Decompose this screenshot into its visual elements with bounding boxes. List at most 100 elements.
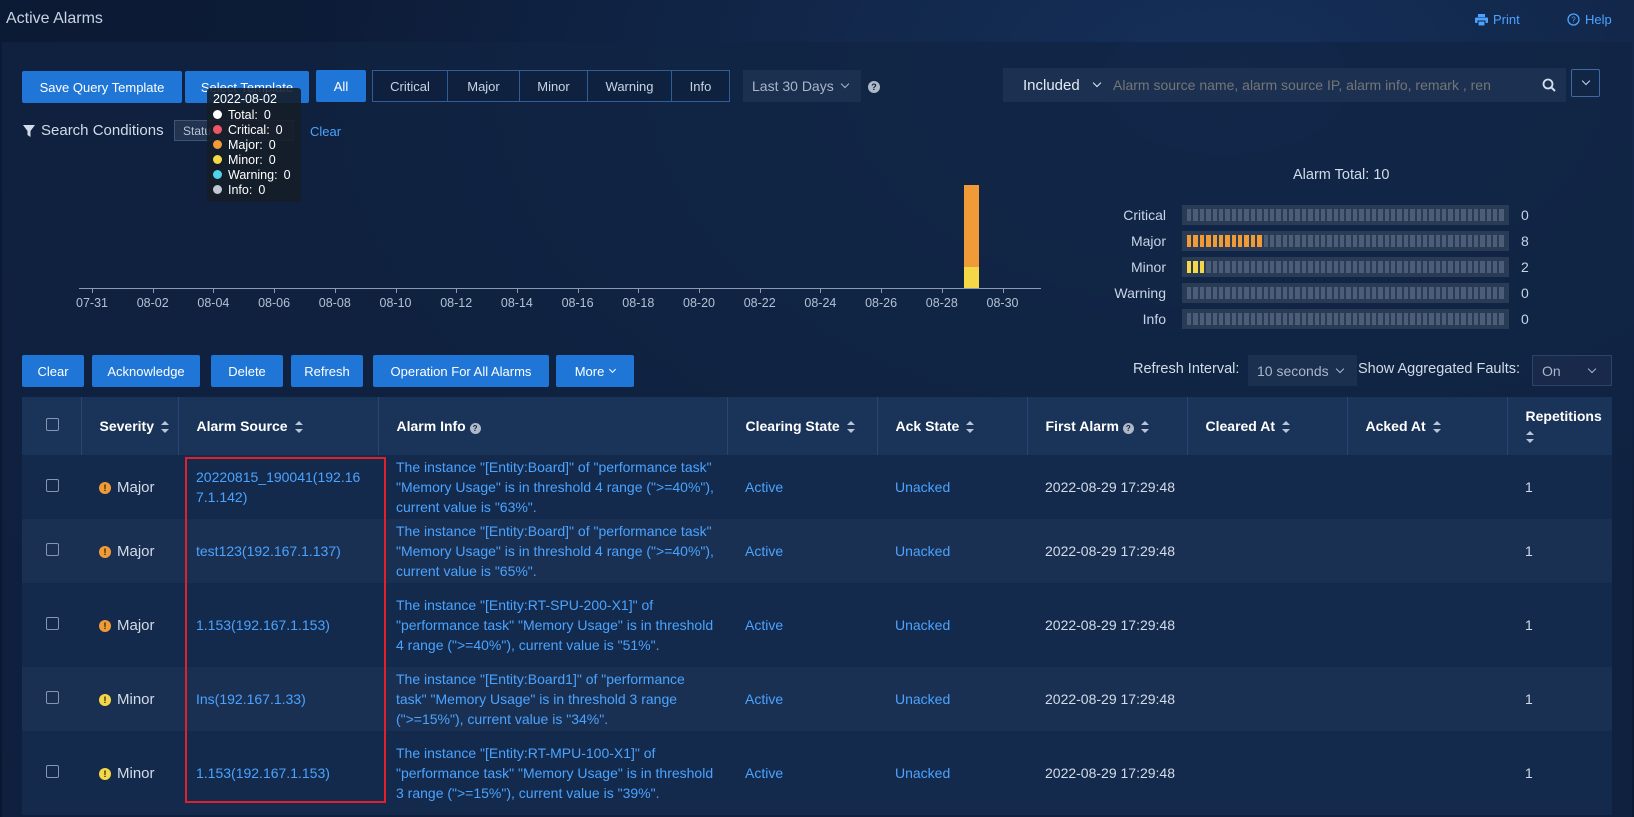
sort-icon[interactable] xyxy=(294,421,303,434)
ack-state-link[interactable]: Unacked xyxy=(877,519,1027,583)
alarm-source-link[interactable]: 1.153(192.167.1.153) xyxy=(178,731,378,815)
sort-icon[interactable] xyxy=(160,421,169,434)
sort-icon[interactable] xyxy=(966,421,975,434)
alarm-source-link[interactable]: 1.153(192.167.1.153) xyxy=(178,583,378,667)
bar-segment xyxy=(1289,313,1294,325)
bar-segment xyxy=(1301,287,1307,299)
row-select-cell[interactable] xyxy=(22,667,81,731)
bar-segment xyxy=(1403,235,1409,247)
bar-segment xyxy=(1454,313,1460,325)
bar-segment xyxy=(1365,287,1370,299)
first-alarm-cell: 2022-08-29 17:29:48 xyxy=(1045,765,1175,781)
bar-segment xyxy=(1346,261,1351,273)
search-button[interactable] xyxy=(1532,68,1566,102)
column-cleared-at[interactable]: Cleared At xyxy=(1187,397,1348,455)
bar-segment xyxy=(1269,261,1275,273)
table-row[interactable]: ! Major 20220815_190041(192.167.1.142) The … xyxy=(22,455,1612,519)
ack-state-link[interactable]: Unacked xyxy=(877,667,1027,731)
operation-all-alarms-button[interactable]: Operation For All Alarms xyxy=(373,355,549,387)
select-all-checkbox[interactable] xyxy=(46,418,59,431)
column-acked-at[interactable]: Acked At xyxy=(1347,397,1508,455)
row-select-cell[interactable] xyxy=(22,731,81,815)
question-icon[interactable]: ? xyxy=(1122,423,1134,434)
clearing-state-link[interactable]: Active xyxy=(727,455,877,519)
alarm-info-text[interactable]: The instance "[Entity:Board]" of "perfor… xyxy=(378,455,727,519)
column-ack-state[interactable]: Ack State xyxy=(877,397,1028,455)
filter-critical[interactable]: Critical xyxy=(372,70,448,102)
x-axis-tick xyxy=(516,288,518,293)
clear-conditions-link[interactable]: Clear xyxy=(310,124,341,139)
refresh-button[interactable]: Refresh xyxy=(291,355,363,387)
bar-segment xyxy=(1422,287,1428,299)
clearing-state-link[interactable]: Active xyxy=(727,667,877,731)
column-clearing-state[interactable]: Clearing State xyxy=(727,397,878,455)
alarm-source-link[interactable]: Ins(192.167.1.33) xyxy=(178,667,378,731)
table-row[interactable]: ! Minor Ins(192.167.1.33) The instance "[En… xyxy=(22,667,1612,731)
bar-minor[interactable] xyxy=(964,267,980,288)
table-row[interactable]: ! Major test123(192.167.1.137) The instance… xyxy=(22,519,1612,583)
refresh-interval-select[interactable]: 10 seconds xyxy=(1248,355,1357,386)
row-select-cell[interactable] xyxy=(22,455,81,519)
column-alarm-source[interactable]: Alarm Source xyxy=(178,397,379,455)
alarm-source-link[interactable]: 20220815_190041(192.167.1.142) xyxy=(178,455,378,519)
filter-warning[interactable]: Warning xyxy=(587,70,672,102)
expand-search-button[interactable] xyxy=(1571,69,1600,97)
clearing-state-link[interactable]: Active xyxy=(727,583,877,667)
alarm-info-text[interactable]: The instance "[Entity:Board1]" of "perfo… xyxy=(378,667,727,731)
column-first-alarm[interactable]: First Alarm ? xyxy=(1027,397,1188,455)
search-conditions[interactable]: Search Conditions xyxy=(23,122,164,139)
ack-state-link[interactable]: Unacked xyxy=(877,583,1027,667)
sort-icon[interactable] xyxy=(846,421,855,434)
tooltip-value: 0 xyxy=(268,152,276,167)
severity-summary-count: 8 xyxy=(1521,233,1529,249)
filter-minor[interactable]: Minor xyxy=(519,70,588,102)
question-icon[interactable]: ? xyxy=(868,81,880,93)
select-all-header[interactable] xyxy=(22,397,82,455)
bar-segment xyxy=(1187,209,1192,221)
clearing-state-link[interactable]: Active xyxy=(727,519,877,583)
row-checkbox[interactable] xyxy=(46,479,59,492)
aggregated-faults-select[interactable]: On xyxy=(1532,355,1612,386)
sort-icon[interactable] xyxy=(1432,421,1441,434)
ack-state-link[interactable]: Unacked xyxy=(877,455,1027,519)
search-scope-select[interactable]: Included xyxy=(1003,68,1113,102)
acknowledge-button[interactable]: Acknowledge xyxy=(92,355,200,387)
row-select-cell[interactable] xyxy=(22,583,81,667)
table-row[interactable]: ! Major 1.153(192.167.1.153) The instance "… xyxy=(22,583,1612,667)
search-input[interactable] xyxy=(1113,68,1532,102)
alarm-source-link[interactable]: test123(192.167.1.137) xyxy=(178,519,378,583)
row-checkbox[interactable] xyxy=(46,543,59,556)
save-query-template-button[interactable]: Save Query Template xyxy=(22,71,182,103)
bar-segment xyxy=(1187,261,1192,273)
alarm-info-text[interactable]: The instance "[Entity:RT-MPU-100-X1]" of… xyxy=(378,731,727,815)
table-row[interactable]: ! Minor 1.153(192.167.1.153) The instance "… xyxy=(22,731,1612,815)
filter-all[interactable]: All xyxy=(316,70,366,102)
clearing-state-link[interactable]: Active xyxy=(727,731,877,815)
filter-major[interactable]: Major xyxy=(447,70,520,102)
print-link[interactable]: Print xyxy=(1475,12,1520,27)
sort-icon[interactable] xyxy=(1140,421,1149,434)
row-checkbox[interactable] xyxy=(46,691,59,704)
ack-state-link[interactable]: Unacked xyxy=(877,731,1027,815)
column-severity[interactable]: Severity xyxy=(81,397,179,455)
row-select-cell[interactable] xyxy=(22,519,81,583)
bar-segment xyxy=(1384,209,1389,221)
help-link[interactable]: ? Help xyxy=(1567,12,1612,27)
row-checkbox[interactable] xyxy=(46,765,59,778)
more-button[interactable]: More xyxy=(556,355,634,387)
alarm-info-text[interactable]: The instance "[Entity:RT-SPU-200-X1]" of… xyxy=(378,583,727,667)
row-checkbox[interactable] xyxy=(46,617,59,630)
bar-segment xyxy=(1289,235,1294,247)
clear-button[interactable]: Clear xyxy=(22,355,84,387)
bar-segment xyxy=(1333,209,1338,221)
bar-major[interactable] xyxy=(964,185,980,268)
alarm-info-text[interactable]: The instance "[Entity:Board]" of "perfor… xyxy=(378,519,727,583)
sort-icon[interactable] xyxy=(1282,421,1291,434)
column-repetitions[interactable]: Repetitions xyxy=(1507,397,1612,455)
question-icon[interactable]: ? xyxy=(469,423,481,434)
sort-icon[interactable] xyxy=(1525,431,1534,444)
time-range-select[interactable]: Last 30 Days xyxy=(743,70,861,102)
bar-segment xyxy=(1467,261,1472,273)
delete-button[interactable]: Delete xyxy=(211,355,283,387)
filter-info[interactable]: Info xyxy=(671,70,730,102)
